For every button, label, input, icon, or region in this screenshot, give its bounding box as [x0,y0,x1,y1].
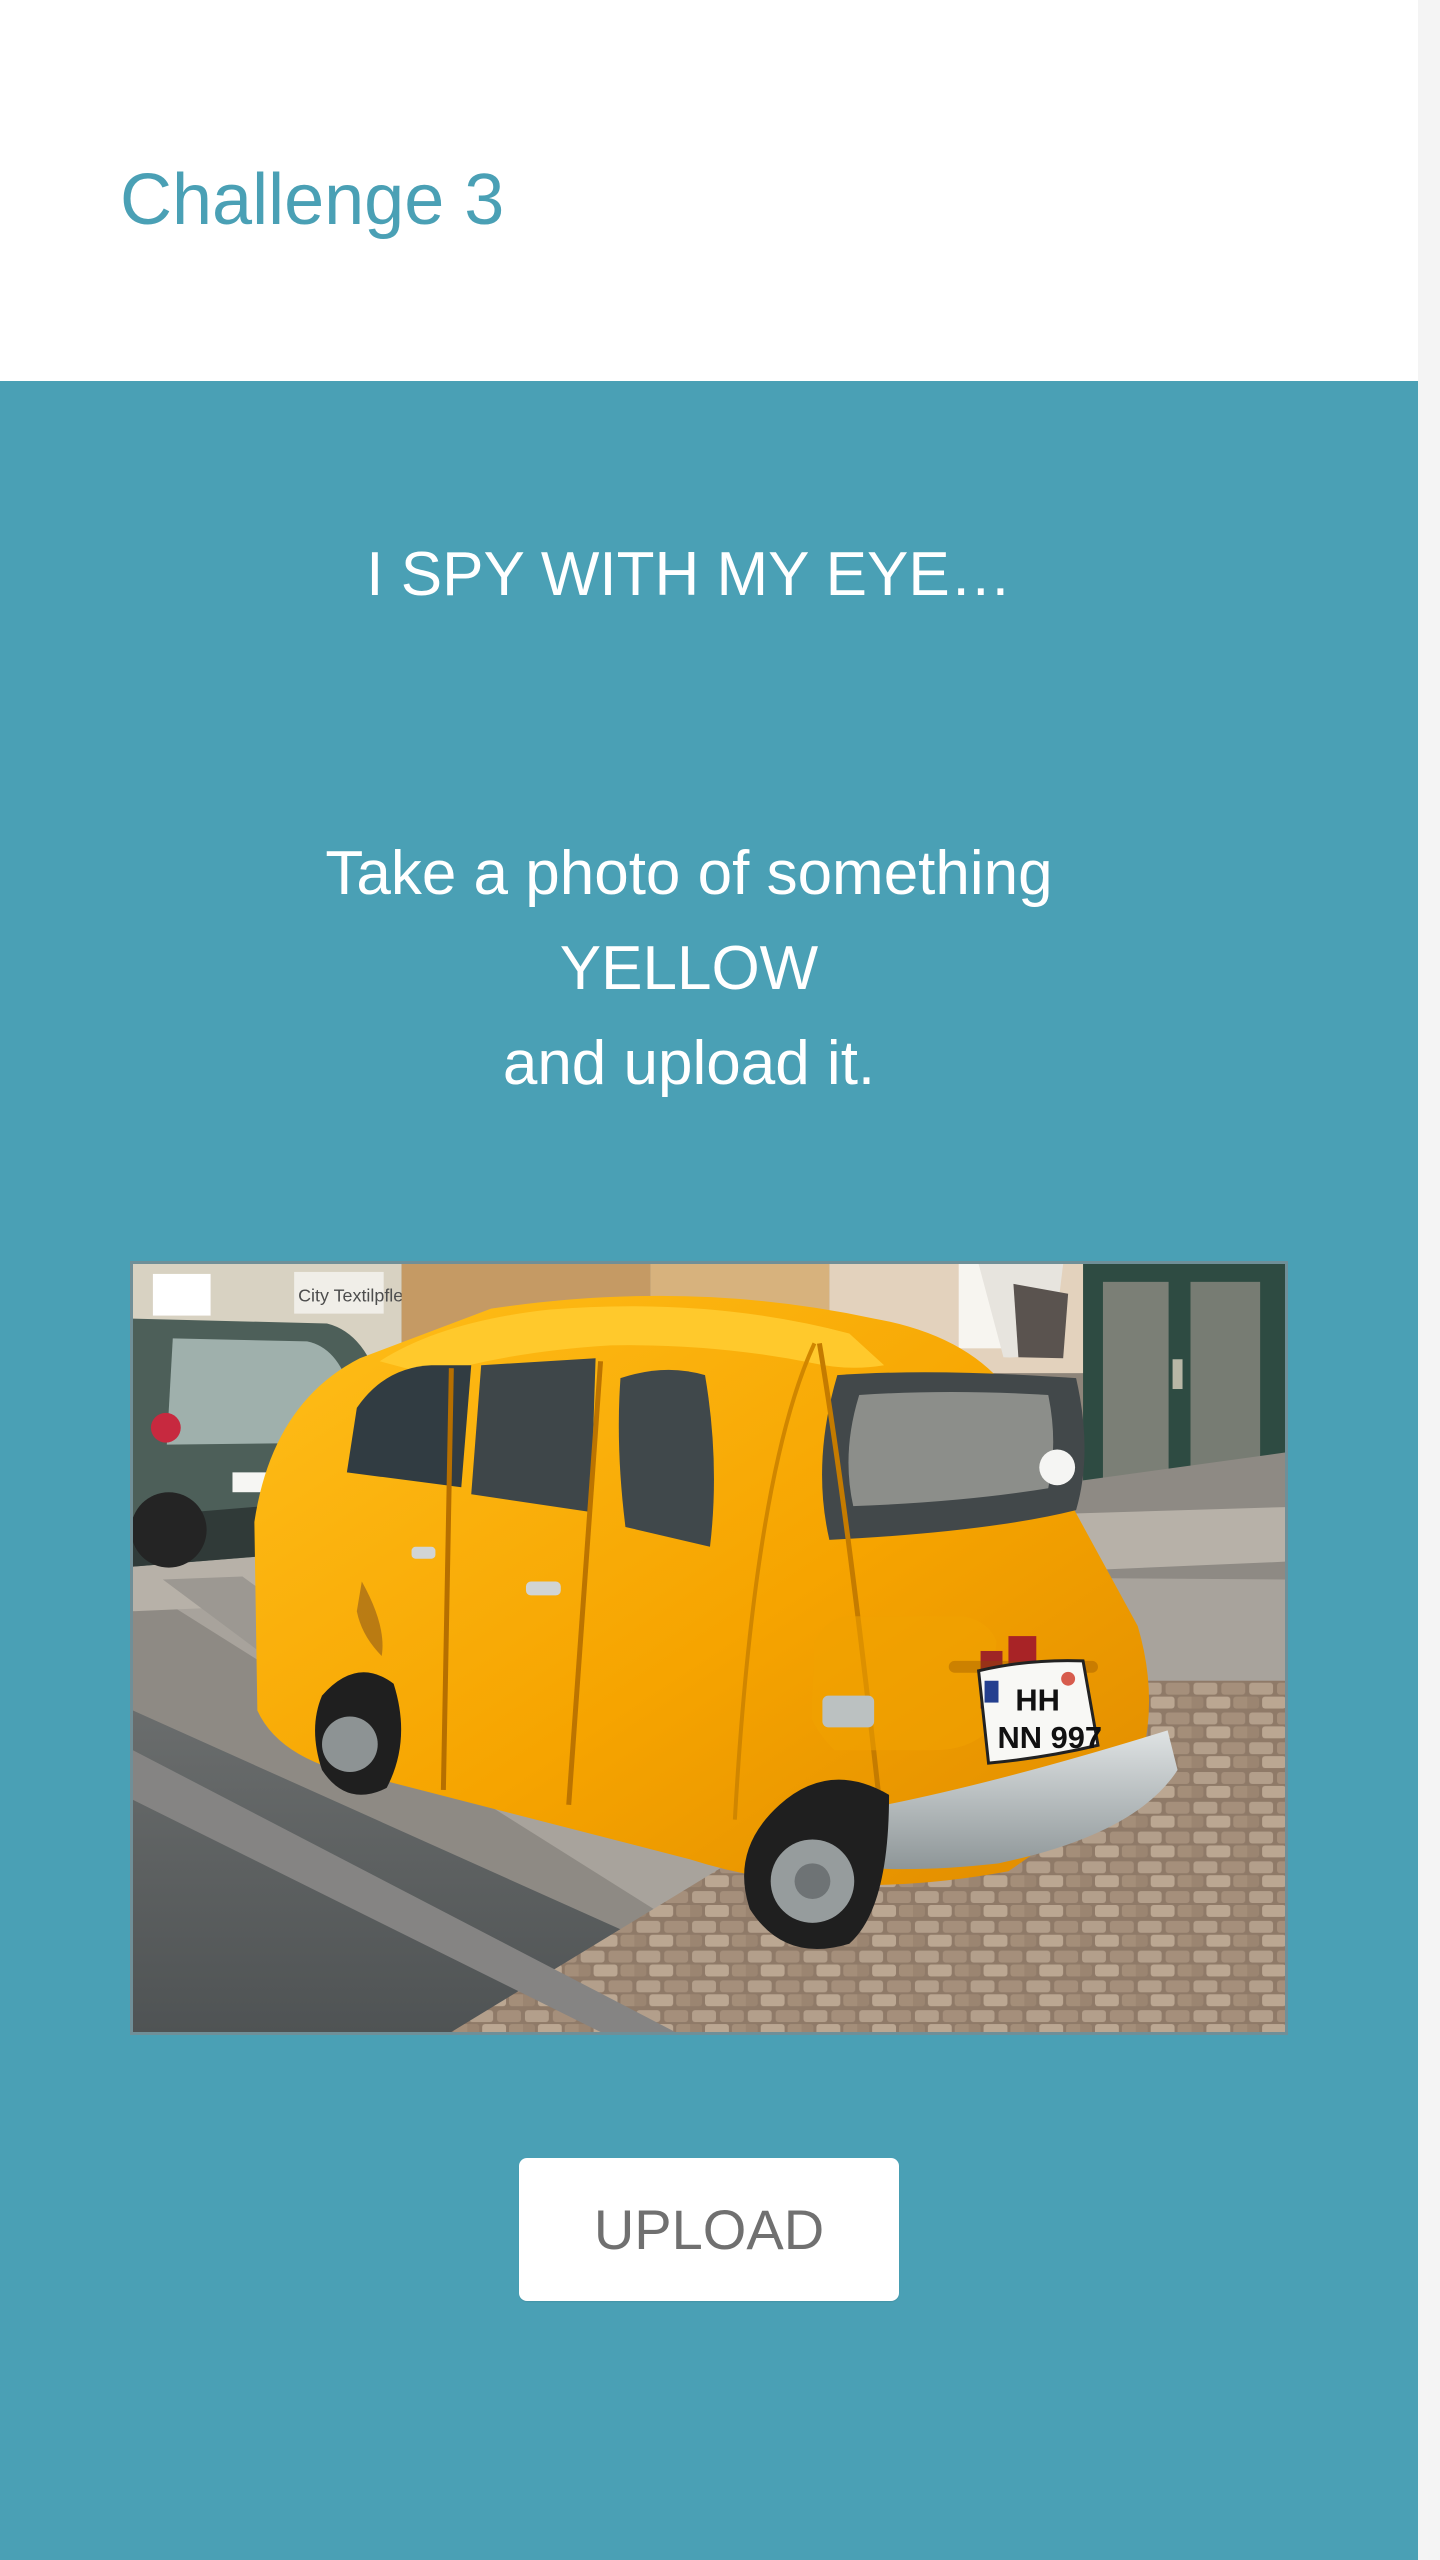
example-photo: City Textilpfle HH NN 997 [130,1261,1288,2035]
upload-button[interactable]: UPLOAD [519,2158,899,2301]
challenge-instructions: Take a photo of something YELLOW and upl… [0,826,1378,1111]
plate-line-2: NN 997 [997,1720,1102,1755]
license-plate: HH NN 997 [976,1659,1102,1765]
scrollbar-track[interactable] [1418,0,1440,2560]
challenge-panel: I SPY WITH MY EYE… Take a photo of somet… [0,381,1418,2560]
plate-line-1: HH [1015,1683,1060,1718]
instruction-line-1: Take a photo of something [325,839,1053,908]
yellow-car-photo-icon: City Textilpfle HH NN 997 [133,1264,1285,2032]
instruction-line-2: YELLOW [559,934,819,1003]
page-title: Challenge 3 [120,160,505,240]
storefront-sign-text: City Textilpfle [298,1286,403,1306]
instruction-line-3: and upload it. [502,1029,876,1098]
top-bar: Challenge 3 [0,0,1418,381]
challenge-subtitle: I SPY WITH MY EYE… [366,540,1012,609]
challenge-page: Challenge 3 I SPY WITH MY EYE… Take a ph… [0,0,1440,2560]
